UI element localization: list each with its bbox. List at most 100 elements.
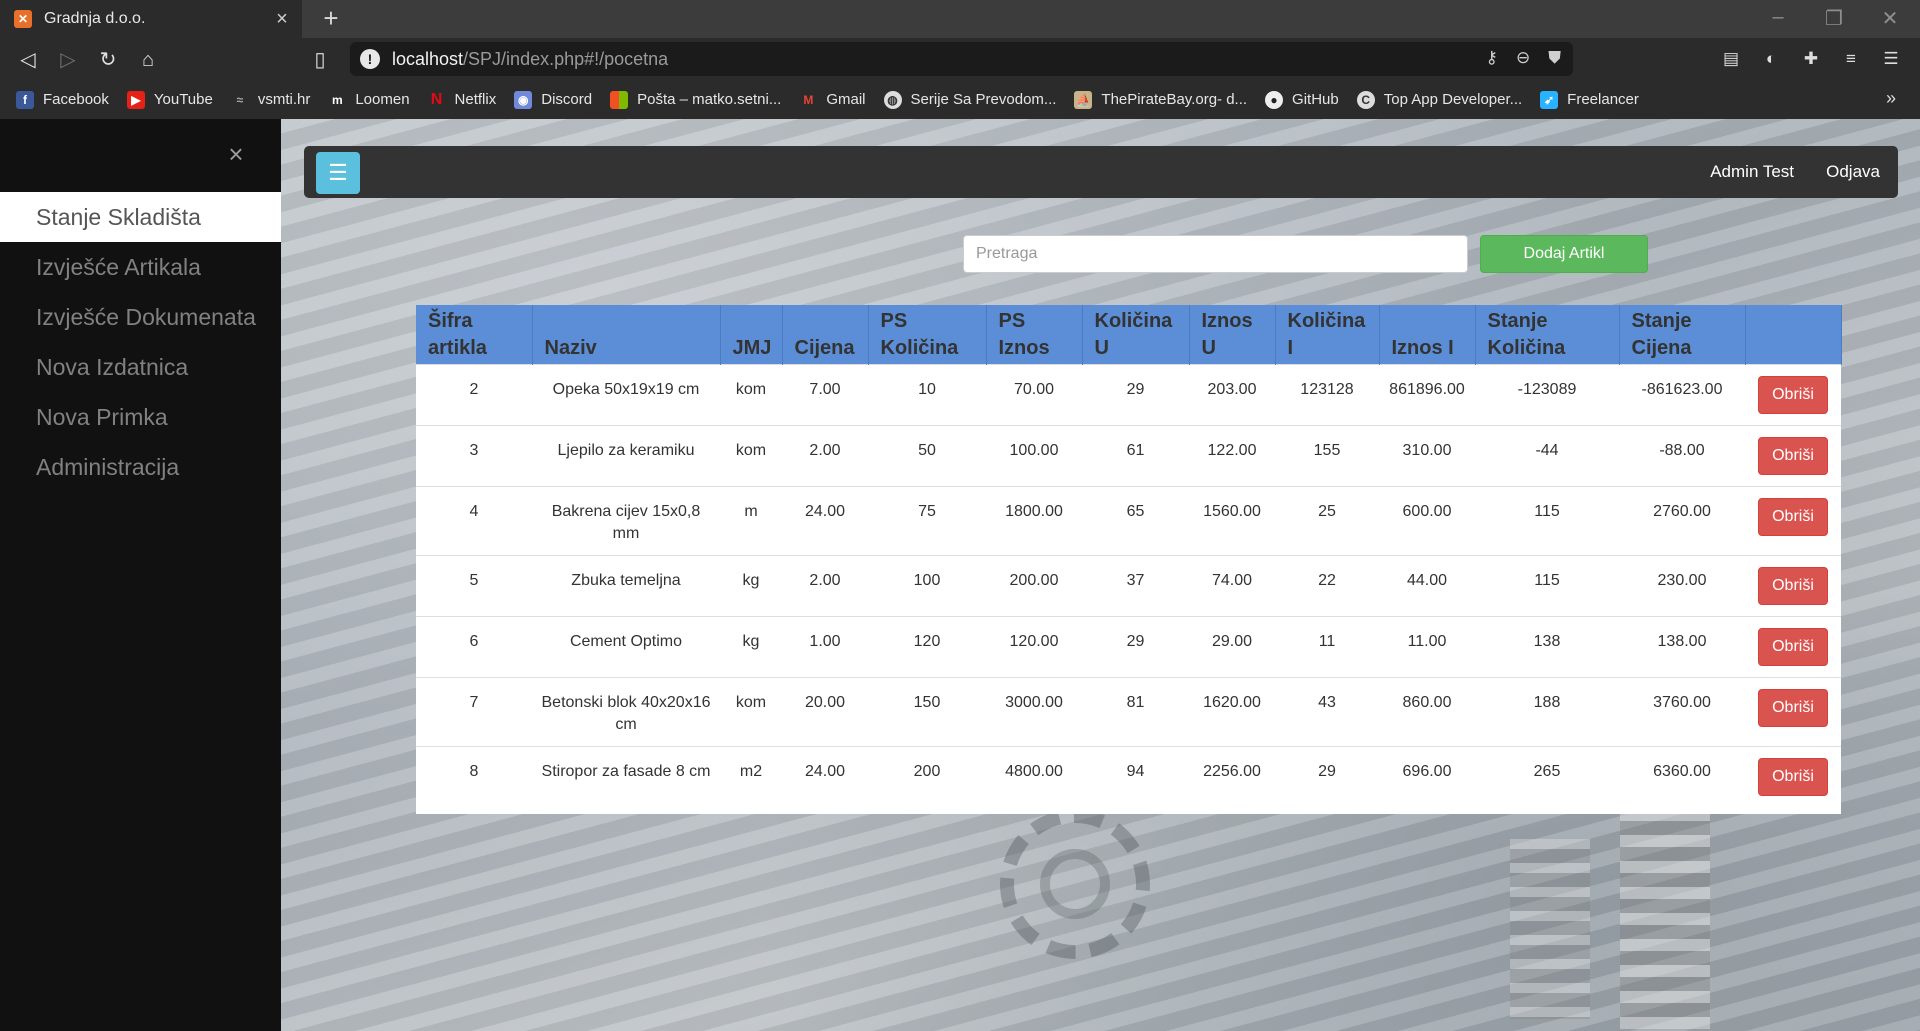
table-cell: Ljepilo za keramiku bbox=[532, 425, 720, 487]
back-icon[interactable]: ◁ bbox=[14, 46, 42, 74]
delete-button[interactable]: Obriši bbox=[1758, 376, 1828, 414]
close-icon[interactable]: × bbox=[224, 139, 248, 170]
table-cell: 138.00 bbox=[1619, 616, 1745, 678]
user-name-link[interactable]: Admin Test bbox=[1710, 162, 1794, 182]
table-cell: kom bbox=[720, 425, 782, 487]
table-cell: 65 bbox=[1082, 486, 1189, 556]
hamburger-menu-icon[interactable]: ☰ bbox=[316, 152, 360, 194]
address-bar[interactable]: ! localhost /SPJ/index.php#!/pocetna ⚷ ⊖… bbox=[350, 42, 1573, 76]
reading-list-icon[interactable]: ≡ bbox=[1840, 48, 1862, 70]
delete-button[interactable]: Obriši bbox=[1758, 567, 1828, 605]
table-cell-actions: Obriši bbox=[1745, 486, 1841, 556]
background-gear-hub bbox=[1040, 849, 1110, 919]
column-header: Stanje Količina bbox=[1475, 305, 1620, 365]
browser-tab[interactable]: ✕ Gradnja d.o.o. × bbox=[0, 0, 302, 38]
bookmark-loomen[interactable]: m Loomen bbox=[328, 91, 410, 109]
table-cell: 1620.00 bbox=[1189, 677, 1275, 747]
table-body: 2 Opeka 50x19x19 cm kom 7.00 10 70.00 29 203.00… bbox=[416, 364, 1841, 814]
delete-button[interactable]: Obriši bbox=[1758, 498, 1828, 536]
bookmark-vsmti[interactable]: ≈ vsmti.hr bbox=[231, 91, 311, 109]
reload-icon[interactable]: ↻ bbox=[94, 46, 122, 74]
table-cell: kg bbox=[720, 555, 782, 617]
table-cell-actions: Obriši bbox=[1745, 616, 1841, 678]
table-cell: 696.00 bbox=[1379, 746, 1475, 814]
table-cell: -88.00 bbox=[1619, 425, 1745, 487]
minimize-icon[interactable]: – bbox=[1758, 6, 1798, 29]
table-cell: 100.00 bbox=[986, 425, 1082, 487]
bookmark-icon[interactable]: ▯ bbox=[306, 46, 334, 74]
delete-button[interactable]: Obriši bbox=[1758, 689, 1828, 727]
vpn-extension-icon[interactable]: ◐ bbox=[1760, 48, 1782, 70]
close-tab-icon[interactable]: × bbox=[272, 8, 292, 31]
table-cell: 1800.00 bbox=[986, 486, 1082, 556]
new-tab-icon[interactable]: + bbox=[316, 3, 346, 34]
gmail-icon: M bbox=[803, 92, 814, 107]
bookmark-youtube[interactable]: ▶ YouTube bbox=[126, 90, 213, 109]
maximize-icon[interactable]: ❐ bbox=[1814, 6, 1854, 31]
table-cell: 123128 bbox=[1275, 364, 1379, 426]
shield-icon[interactable]: ⛊ bbox=[1548, 48, 1561, 68]
bookmark-posta[interactable]: Pošta – matko.setni... bbox=[610, 90, 781, 109]
table-cell: 2.00 bbox=[782, 555, 868, 617]
bookmark-serije[interactable]: ◍ Serije Sa Prevodom... bbox=[883, 90, 1056, 109]
table-cell: 203.00 bbox=[1189, 364, 1275, 426]
table-cell: 115 bbox=[1475, 555, 1619, 617]
table-cell: 310.00 bbox=[1379, 425, 1475, 487]
more-bookmarks-icon[interactable]: » bbox=[1886, 88, 1896, 109]
table-cell: 29 bbox=[1082, 364, 1189, 426]
table-row: 7 Betonski blok 40x20x16 cm kom 20.00 150 300… bbox=[416, 677, 1841, 747]
table-cell: 29 bbox=[1082, 616, 1189, 678]
bookmark-facebook[interactable]: f Facebook bbox=[16, 90, 109, 109]
logout-link[interactable]: Odjava bbox=[1826, 162, 1880, 182]
bookmark-freelancer[interactable]: ➹ Freelancer bbox=[1540, 90, 1639, 109]
table-cell-actions: Obriši bbox=[1745, 364, 1841, 426]
table-cell: 155 bbox=[1275, 425, 1379, 487]
inventory-table: Šifra artikla Naziv JMJ Cijena PS Količina PS… bbox=[416, 305, 1842, 814]
info-icon[interactable]: ! bbox=[360, 49, 380, 69]
forward-icon[interactable]: ▷ bbox=[54, 46, 82, 74]
bookmark-piratebay[interactable]: ⛵ ThePirateBay.org- d... bbox=[1074, 90, 1247, 109]
table-cell: 11.00 bbox=[1379, 616, 1475, 678]
search-input[interactable] bbox=[963, 235, 1468, 273]
sidebar-item-nova-izdatnica[interactable]: Nova Izdatnica bbox=[0, 342, 281, 392]
zoom-icon[interactable]: ⊖ bbox=[1516, 48, 1530, 68]
pdf-extension-icon[interactable]: ▤ bbox=[1720, 48, 1742, 70]
sidebar-item-stanje-skladista[interactable]: Stanje Skladišta bbox=[0, 192, 281, 242]
bookmark-netflix[interactable]: N Netflix bbox=[428, 90, 496, 109]
bookmark-discord[interactable]: ◉ Discord bbox=[514, 90, 592, 109]
table-cell: kom bbox=[720, 364, 782, 426]
netflix-icon: N bbox=[430, 90, 443, 108]
table-cell: 24.00 bbox=[782, 746, 868, 814]
sidebar-item-administracija[interactable]: Administracija bbox=[0, 442, 281, 492]
table-cell: 2.00 bbox=[782, 425, 868, 487]
close-window-icon[interactable]: ✕ bbox=[1870, 6, 1910, 31]
add-article-button[interactable]: Dodaj Artikl bbox=[1480, 235, 1648, 273]
bookmark-topapp[interactable]: C Top App Developer... bbox=[1356, 90, 1522, 109]
table-cell: 29.00 bbox=[1189, 616, 1275, 678]
table-cell: 4 bbox=[416, 486, 532, 556]
table-cell: -123089 bbox=[1475, 364, 1619, 426]
table-cell: 200 bbox=[868, 746, 986, 814]
sidebar-item-izvjesce-artikala[interactable]: Izvješće Artikala bbox=[0, 242, 281, 292]
table-cell-actions: Obriši bbox=[1745, 425, 1841, 487]
column-header: Šifra artikla bbox=[416, 305, 533, 365]
table-cell: 1.00 bbox=[782, 616, 868, 678]
extensions-icon[interactable]: ✚ bbox=[1800, 48, 1822, 70]
bookmark-gmail[interactable]: M Gmail bbox=[799, 91, 865, 109]
topapp-icon: C bbox=[1356, 90, 1375, 109]
column-header: Iznos I bbox=[1379, 305, 1476, 365]
table-cell: 150 bbox=[868, 677, 986, 747]
delete-button[interactable]: Obriši bbox=[1758, 437, 1828, 475]
table-cell: kg bbox=[720, 616, 782, 678]
key-icon[interactable]: ⚷ bbox=[1486, 48, 1498, 68]
delete-button[interactable]: Obriši bbox=[1758, 758, 1828, 796]
home-icon[interactable]: ⌂ bbox=[134, 46, 162, 74]
piratebay-icon: ⛵ bbox=[1074, 90, 1093, 109]
outlook-icon bbox=[610, 90, 629, 109]
bookmark-github[interactable]: ● GitHub bbox=[1265, 90, 1339, 109]
table-cell: 43 bbox=[1275, 677, 1379, 747]
sidebar-item-nova-primka[interactable]: Nova Primka bbox=[0, 392, 281, 442]
sidebar-item-izvjesce-dokumenata[interactable]: Izvješće Dokumenata bbox=[0, 292, 281, 342]
delete-button[interactable]: Obriši bbox=[1758, 628, 1828, 666]
menu-icon[interactable]: ☰ bbox=[1880, 48, 1902, 70]
